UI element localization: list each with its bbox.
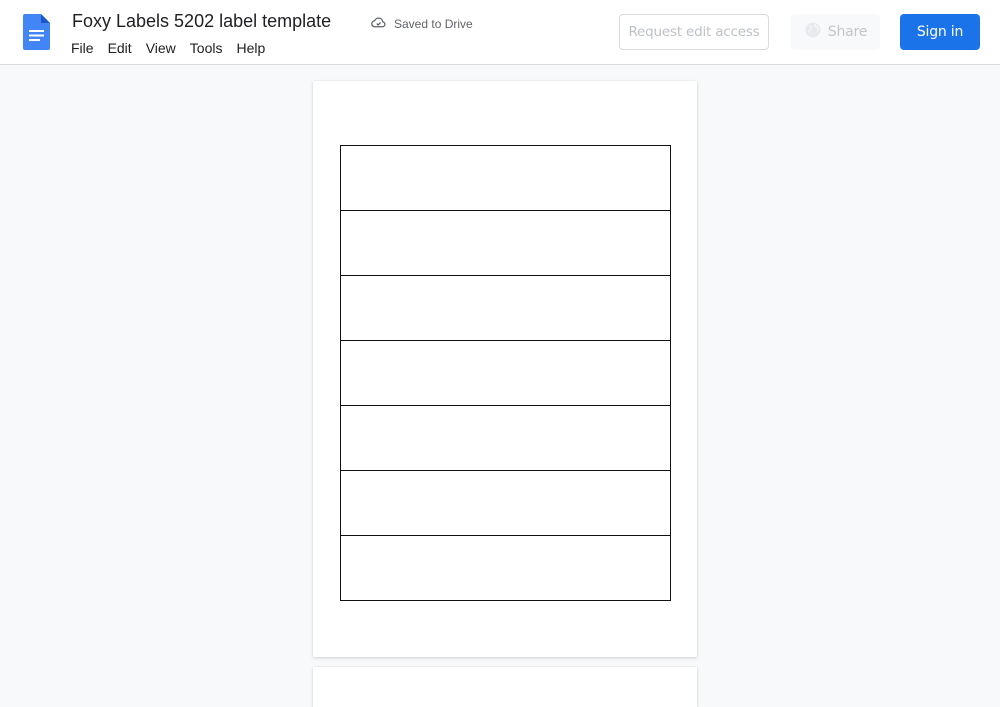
document-title[interactable]: Foxy Labels 5202 label template bbox=[72, 11, 331, 32]
table-row bbox=[340, 470, 671, 536]
label-cell[interactable] bbox=[340, 470, 671, 536]
table-row bbox=[340, 535, 671, 601]
label-cell[interactable] bbox=[340, 405, 671, 471]
menu-file[interactable]: File bbox=[64, 38, 101, 58]
table-row bbox=[340, 275, 671, 341]
menu-edit[interactable]: Edit bbox=[101, 38, 139, 58]
label-cell[interactable] bbox=[340, 535, 671, 601]
menu-tools[interactable]: Tools bbox=[183, 38, 230, 58]
save-status[interactable]: Saved to Drive bbox=[370, 14, 473, 34]
label-table bbox=[340, 145, 671, 601]
top-bar: Foxy Labels 5202 label template Saved to… bbox=[0, 0, 1000, 65]
request-edit-access-button[interactable]: Request edit access bbox=[619, 14, 769, 50]
save-status-text: Saved to Drive bbox=[394, 17, 473, 31]
table-row bbox=[340, 405, 671, 471]
globe-icon bbox=[804, 21, 822, 43]
document-page-2[interactable] bbox=[313, 667, 697, 707]
share-button[interactable]: Share bbox=[791, 14, 880, 50]
label-cell[interactable] bbox=[340, 340, 671, 406]
table-row bbox=[340, 340, 671, 406]
document-page[interactable] bbox=[313, 81, 697, 657]
table-row bbox=[340, 210, 671, 276]
share-label: Share bbox=[827, 24, 868, 40]
sign-in-button[interactable]: Sign in bbox=[900, 14, 980, 50]
table-row bbox=[340, 145, 671, 211]
menu-help[interactable]: Help bbox=[229, 38, 272, 58]
menu-view[interactable]: View bbox=[139, 38, 183, 58]
cloud-done-icon bbox=[370, 14, 387, 34]
google-docs-icon[interactable] bbox=[23, 14, 50, 50]
label-cell[interactable] bbox=[340, 275, 671, 341]
menu-bar: File Edit View Tools Help bbox=[64, 38, 272, 58]
label-cell[interactable] bbox=[340, 145, 671, 211]
label-cell[interactable] bbox=[340, 210, 671, 276]
